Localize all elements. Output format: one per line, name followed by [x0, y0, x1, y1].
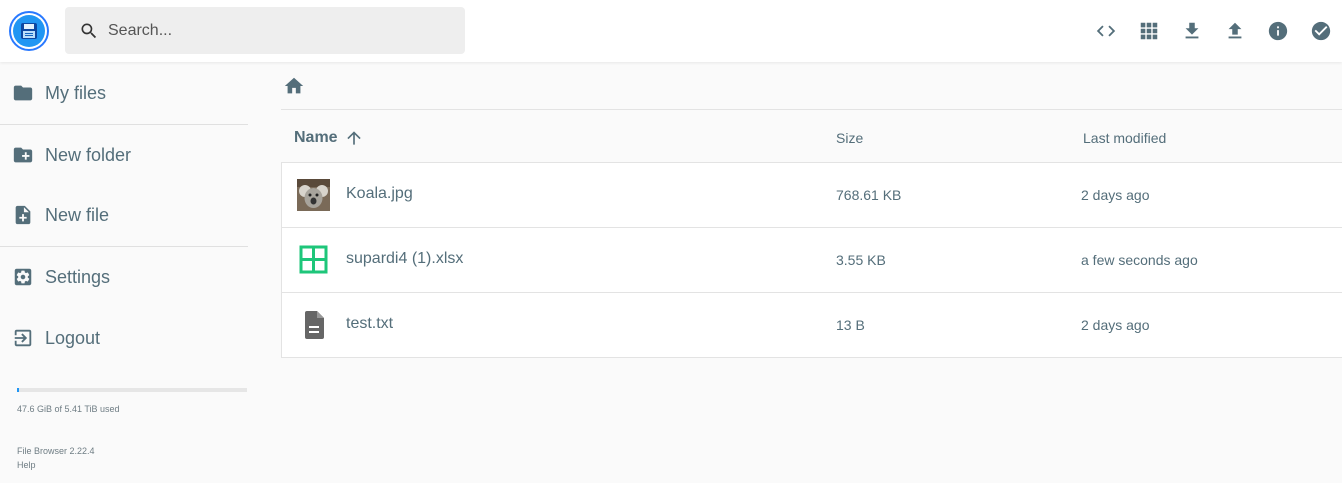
- download-icon: [1185, 22, 1198, 39]
- folder-icon: [13, 85, 33, 101]
- file-modified: 2 days ago: [1081, 187, 1150, 203]
- toolbar: [1084, 11, 1342, 51]
- home-icon[interactable]: [283, 75, 305, 97]
- upload-button[interactable]: [1213, 11, 1256, 51]
- column-header-modified[interactable]: Last modified: [1083, 130, 1166, 146]
- version-label: File Browser 2.22.4: [17, 446, 95, 456]
- column-header-size[interactable]: Size: [836, 130, 863, 146]
- sidebar: My files New folder New file Settings Lo…: [0, 62, 248, 483]
- file-row[interactable]: test.txt 13 B 2 days ago: [281, 293, 1342, 358]
- check-circle-icon: [1311, 21, 1330, 41]
- select-multiple-button[interactable]: [1299, 11, 1342, 51]
- new-file-icon: [15, 205, 31, 225]
- storage-usage-fill: [17, 388, 19, 392]
- download-button[interactable]: [1170, 11, 1213, 51]
- search-box[interactable]: [65, 7, 465, 54]
- search-icon: [81, 23, 97, 38]
- image-thumbnail-icon: [297, 179, 330, 211]
- logout-icon: [14, 329, 32, 347]
- file-modified: 2 days ago: [1081, 317, 1150, 333]
- sidebar-item-new-folder[interactable]: New folder: [0, 127, 248, 183]
- sidebar-item-settings[interactable]: Settings: [0, 249, 248, 305]
- arrow-up-icon: [346, 131, 361, 145]
- file-row[interactable]: supardi4 (1).xlsx 3.55 KB a few seconds …: [281, 228, 1342, 293]
- sidebar-item-logout[interactable]: Logout: [0, 310, 248, 366]
- credits: File Browser 2.22.4 Help: [17, 444, 95, 472]
- file-list: Koala.jpg 768.61 KB 2 days ago supardi4 …: [281, 163, 1342, 358]
- file-size: 3.55 KB: [836, 252, 886, 268]
- sidebar-item-my-files[interactable]: My files: [0, 65, 248, 121]
- sidebar-item-label: My files: [45, 82, 107, 103]
- code-icon: [1096, 25, 1115, 37]
- top-bar: [0, 0, 1342, 62]
- file-name: Koala.jpg: [346, 185, 413, 202]
- storage-usage-bar: [17, 388, 247, 392]
- sidebar-divider: [0, 246, 248, 247]
- sidebar-divider: [0, 124, 248, 125]
- sidebar-item-label: Logout: [45, 327, 101, 348]
- sidebar-item-new-file[interactable]: New file: [0, 187, 248, 243]
- new-folder-icon: [13, 147, 33, 163]
- listing-header: Name Size Last modified: [281, 111, 1342, 163]
- breadcrumb: [281, 62, 1342, 110]
- file-size: 13 B: [836, 317, 865, 333]
- storage-usage-text: 47.6 GiB of 5.41 TiB used: [17, 404, 120, 414]
- search-input[interactable]: [108, 21, 448, 40]
- file-name: test.txt: [346, 315, 394, 332]
- toggle-source-button[interactable]: [1084, 11, 1127, 51]
- upload-icon: [1228, 22, 1241, 39]
- floppy-disk-icon: [13, 15, 45, 47]
- file-row[interactable]: Koala.jpg 768.61 KB 2 days ago: [281, 163, 1342, 228]
- file-size: 768.61 KB: [836, 187, 902, 203]
- switch-view-button[interactable]: [1127, 11, 1170, 51]
- info-icon: [1268, 21, 1287, 41]
- info-button[interactable]: [1256, 11, 1299, 51]
- sidebar-item-label: Settings: [45, 266, 111, 287]
- grid-view-icon: [1140, 22, 1157, 40]
- sidebar-item-label: New folder: [45, 144, 132, 165]
- column-header-name-label: Name: [294, 129, 338, 146]
- file-name: supardi4 (1).xlsx: [346, 250, 464, 267]
- help-link[interactable]: Help: [17, 458, 95, 472]
- column-header-name[interactable]: Name: [294, 128, 364, 148]
- settings-icon: [14, 268, 32, 286]
- file-modified: a few seconds ago: [1081, 252, 1198, 268]
- sidebar-item-label: New file: [45, 204, 110, 225]
- spreadsheet-icon: [299, 245, 328, 274]
- text-document-icon: [305, 311, 324, 339]
- app-logo[interactable]: [9, 11, 49, 51]
